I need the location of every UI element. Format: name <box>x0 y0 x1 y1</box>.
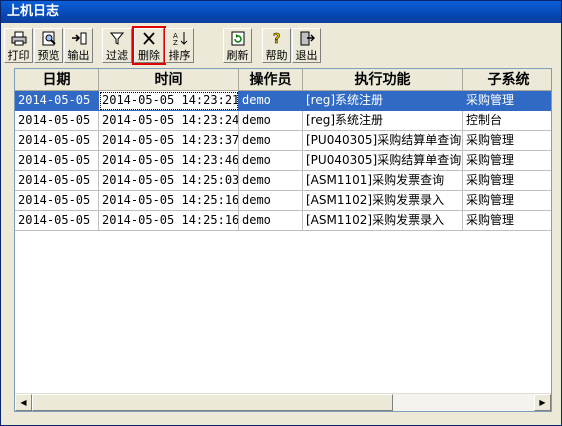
cell-time[interactable]: 2014-05-05 14:25:16 <box>99 191 239 211</box>
table-row[interactable]: 2014-05-05 2014-05-05 14:23:21 demo [reg]系统… <box>15 91 551 111</box>
cell-function[interactable]: [reg]系统注册 <box>303 111 463 131</box>
table-row[interactable]: 2014-05-05 2014-05-05 14:23:24 demo [reg]系统… <box>15 111 551 131</box>
cell-time[interactable]: 2014-05-05 14:23:24 <box>99 111 239 131</box>
refresh-button[interactable]: 刷新 <box>223 28 252 63</box>
cell-time[interactable]: 2014-05-05 14:23:37 <box>99 131 239 151</box>
cell-operator[interactable]: demo <box>239 151 303 171</box>
window-title: 上机日志 <box>1 1 561 23</box>
export-label: 输出 <box>67 49 90 62</box>
table-row[interactable]: 2014-05-05 2014-05-05 14:25:16 demo [ASM110… <box>15 191 551 211</box>
toolbar: 打印 预览 输出 过滤 删除 AZ 排序 刷新 ? 帮助 退出 <box>1 26 561 66</box>
filter-button[interactable]: 过滤 <box>102 28 132 63</box>
cell-time[interactable]: 2014-05-05 14:23:21 <box>99 91 239 111</box>
exit-icon <box>299 31 315 46</box>
cell-subsystem[interactable]: 采购管理 <box>463 151 551 171</box>
scroll-right-button[interactable]: ▶ <box>534 394 551 411</box>
column-header-subsystem[interactable]: 子系统 <box>463 69 551 91</box>
column-header-time[interactable]: 时间 <box>99 69 239 91</box>
column-header-date[interactable]: 日期 <box>15 69 99 91</box>
cell-function[interactable]: [PU040305]采购结算单查询 <box>303 151 463 171</box>
column-header-operator[interactable]: 操作员 <box>239 69 303 91</box>
preview-icon <box>41 31 57 46</box>
cell-date[interactable]: 2014-05-05 <box>15 151 99 171</box>
refresh-icon <box>230 31 246 46</box>
sort-icon: AZ <box>172 31 188 46</box>
exit-label: 退出 <box>295 49 318 62</box>
print-button[interactable]: 打印 <box>4 28 33 63</box>
table-row[interactable]: 2014-05-05 2014-05-05 14:25:03 demo [ASM110… <box>15 171 551 191</box>
help-label: 帮助 <box>265 49 288 62</box>
cell-operator[interactable]: demo <box>239 171 303 191</box>
cell-operator[interactable]: demo <box>239 211 303 231</box>
svg-text:Z: Z <box>173 39 178 46</box>
cell-date[interactable]: 2014-05-05 <box>15 191 99 211</box>
cell-date[interactable]: 2014-05-05 <box>15 211 99 231</box>
column-header-function[interactable]: 执行功能 <box>303 69 463 91</box>
sort-button[interactable]: AZ 排序 <box>165 28 194 63</box>
table-row[interactable]: 2014-05-05 2014-05-05 14:23:37 demo [PU0403… <box>15 131 551 151</box>
grid-rows: 2014-05-05 2014-05-05 14:23:21 demo [reg]系统… <box>15 91 551 231</box>
delete-icon <box>141 31 157 46</box>
filter-label: 过滤 <box>106 49 128 62</box>
cell-subsystem[interactable]: 采购管理 <box>463 131 551 151</box>
cell-time[interactable]: 2014-05-05 14:23:46 <box>99 151 239 171</box>
help-icon: ? <box>269 31 285 46</box>
cell-function[interactable]: [ASM1101]采购发票查询 <box>303 171 463 191</box>
cell-operator[interactable]: demo <box>239 111 303 131</box>
refresh-label: 刷新 <box>226 49 249 62</box>
cell-subsystem[interactable]: 采购管理 <box>463 171 551 191</box>
cell-date[interactable]: 2014-05-05 <box>15 111 99 131</box>
grid-header: 日期 时间 操作员 执行功能 子系统 <box>15 69 551 91</box>
cell-operator[interactable]: demo <box>239 91 303 111</box>
print-label: 打印 <box>7 49 30 62</box>
export-icon <box>71 31 87 46</box>
preview-button[interactable]: 预览 <box>34 28 63 63</box>
cell-operator[interactable]: demo <box>239 131 303 151</box>
cell-subsystem[interactable]: 采购管理 <box>463 191 551 211</box>
cell-date[interactable]: 2014-05-05 <box>15 131 99 151</box>
table-row[interactable]: 2014-05-05 2014-05-05 14:25:16 demo [ASM110… <box>15 211 551 231</box>
table-row[interactable]: 2014-05-05 2014-05-05 14:23:46 demo [PU0403… <box>15 151 551 171</box>
export-button[interactable]: 输出 <box>64 28 93 63</box>
preview-label: 预览 <box>37 49 60 62</box>
cell-time[interactable]: 2014-05-05 14:25:03 <box>99 171 239 191</box>
scroll-thumb[interactable] <box>32 394 393 411</box>
cell-subsystem[interactable]: 采购管理 <box>463 211 551 231</box>
cell-subsystem[interactable]: 采购管理 <box>463 91 551 111</box>
app-window: 上机日志 打印 预览 输出 过滤 删除 A Z 排序 刷新 ? 帮助 退出 日期… <box>0 0 562 426</box>
cell-date[interactable]: 2014-05-05 <box>15 171 99 191</box>
help-button[interactable]: ? 帮助 <box>262 28 291 63</box>
cell-operator[interactable]: demo <box>239 191 303 211</box>
scroll-left-button[interactable]: ◀ <box>15 394 32 411</box>
delete-label: 删除 <box>138 49 160 62</box>
cell-date[interactable]: 2014-05-05 <box>15 91 99 111</box>
filter-icon <box>109 31 125 46</box>
log-grid[interactable]: 日期 时间 操作员 执行功能 子系统 2014-05-05 2014-05-05 … <box>14 68 552 412</box>
cell-time[interactable]: 2014-05-05 14:25:16 <box>99 211 239 231</box>
cell-function[interactable]: [ASM1102]采购发票录入 <box>303 191 463 211</box>
cell-function[interactable]: [reg]系统注册 <box>303 91 463 111</box>
cell-function[interactable]: [PU040305]采购结算单查询 <box>303 131 463 151</box>
sort-label: 排序 <box>168 49 191 62</box>
printer-icon <box>11 31 27 46</box>
delete-button[interactable]: 删除 <box>132 26 166 65</box>
horizontal-scrollbar[interactable]: ◀ ▶ <box>15 393 551 411</box>
exit-button[interactable]: 退出 <box>292 28 321 63</box>
cell-function[interactable]: [ASM1102]采购发票录入 <box>303 211 463 231</box>
cell-subsystem[interactable]: 控制台 <box>463 111 551 131</box>
svg-text:?: ? <box>273 32 281 46</box>
